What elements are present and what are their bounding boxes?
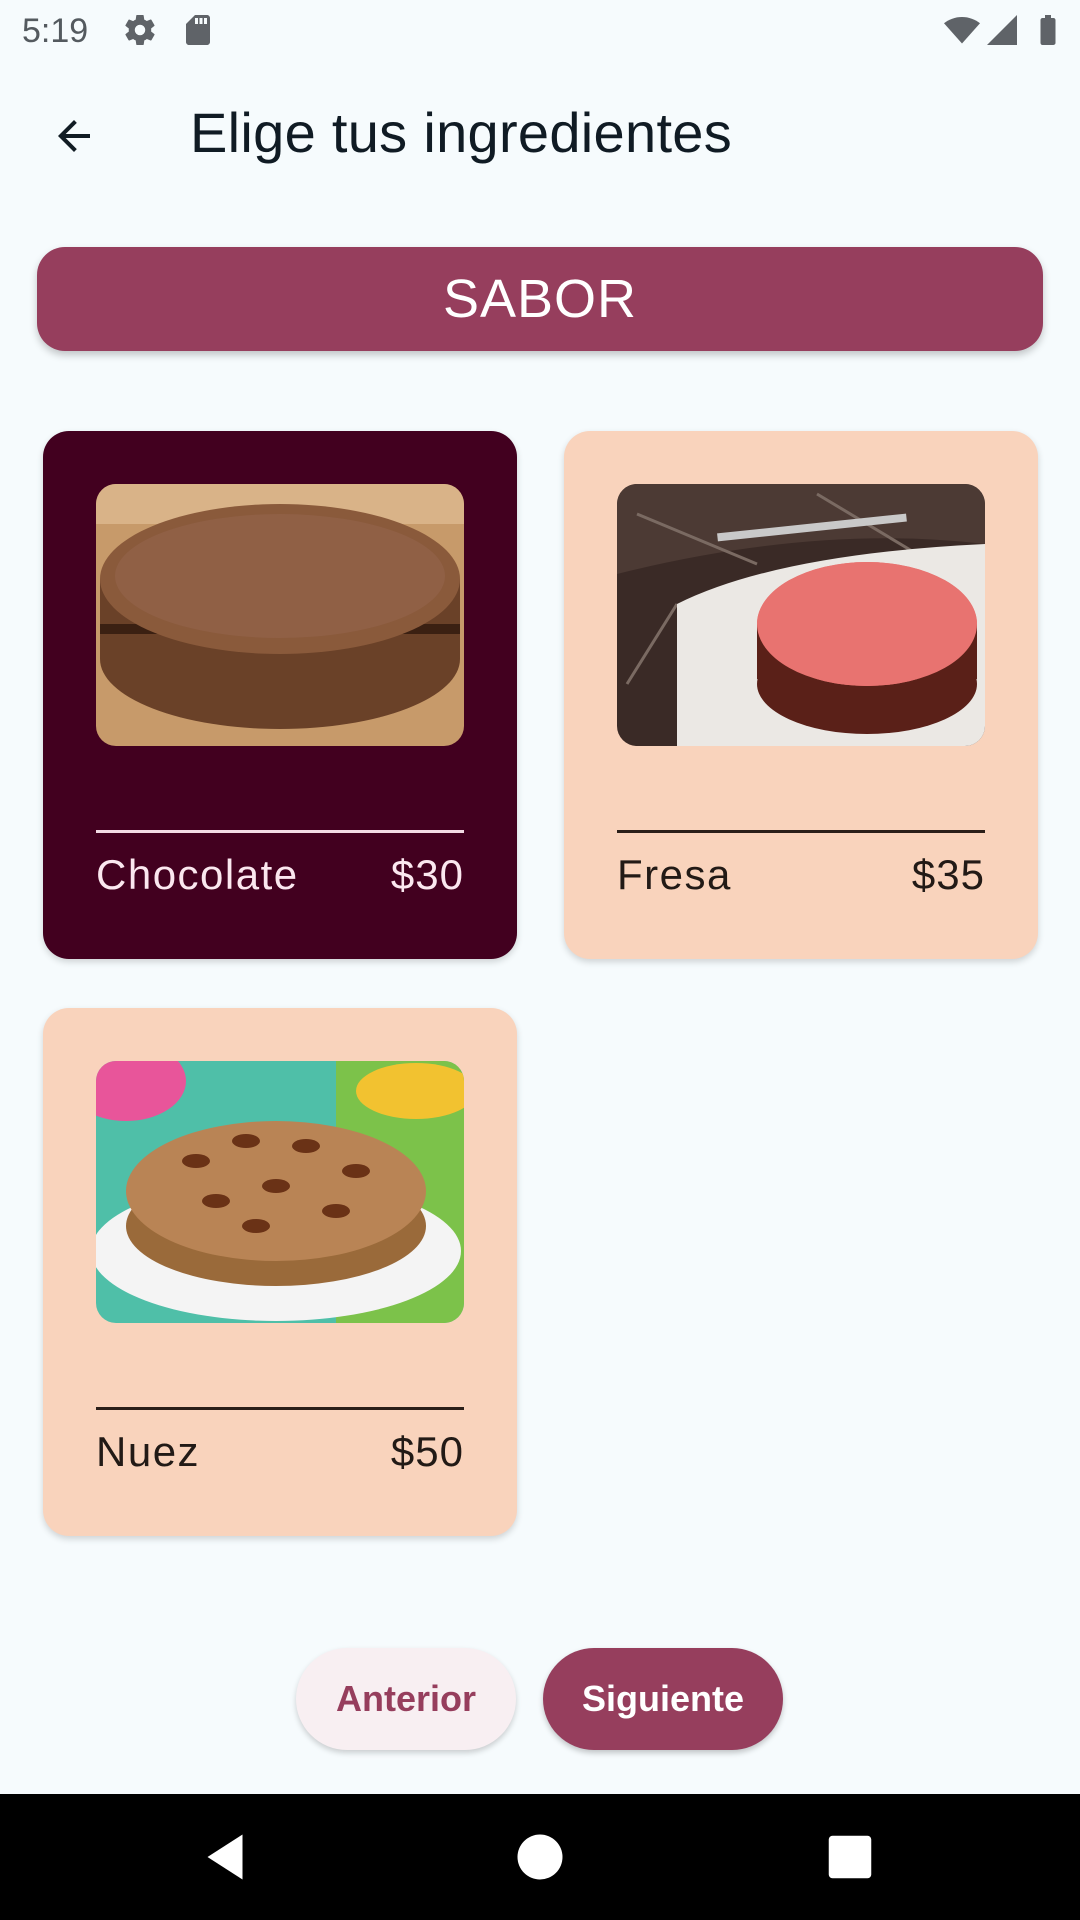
back-button[interactable] [38, 100, 110, 172]
section-flavor-button[interactable]: SABOR [37, 247, 1043, 351]
next-button[interactable]: Siguiente [543, 1648, 783, 1750]
screen: 5:19 Elige tus ingredientes SABOR Chocol… [0, 0, 1080, 1920]
option-price: $30 [390, 851, 464, 898]
previous-button[interactable]: Anterior [296, 1648, 516, 1750]
card-divider [96, 1407, 464, 1410]
strawberry-cake-image [617, 484, 985, 746]
app-bar: Elige tus ingredientes [0, 70, 1080, 200]
option-price: $35 [911, 851, 985, 898]
card-divider [617, 830, 985, 833]
card-divider [96, 830, 464, 833]
option-card-chocolate[interactable]: Chocolate $30 [43, 431, 517, 959]
option-name: Chocolate [96, 851, 299, 898]
option-name: Nuez [96, 1428, 201, 1475]
recents-square-icon[interactable] [820, 1827, 880, 1887]
chocolate-cake-image [96, 484, 464, 746]
battery-icon [1030, 12, 1066, 48]
home-circle-icon[interactable] [510, 1827, 570, 1887]
option-price: $50 [390, 1428, 464, 1475]
arrow-back-icon [58, 120, 90, 152]
option-name: Fresa [617, 851, 732, 898]
walnut-cake-image [96, 1061, 464, 1323]
signal-icon [984, 12, 1020, 48]
sd-card-icon [180, 12, 216, 48]
status-bar: 5:19 [0, 0, 1080, 64]
settings-icon [122, 12, 158, 48]
status-time: 5:19 [22, 12, 89, 50]
page-title: Elige tus ingredientes [190, 101, 733, 164]
back-triangle-icon[interactable] [195, 1827, 255, 1887]
option-card-fresa[interactable]: Fresa $35 [564, 431, 1038, 959]
option-card-nuez[interactable]: Nuez $50 [43, 1008, 517, 1536]
system-nav-bar [0, 1794, 1080, 1920]
wifi-icon [944, 12, 980, 48]
